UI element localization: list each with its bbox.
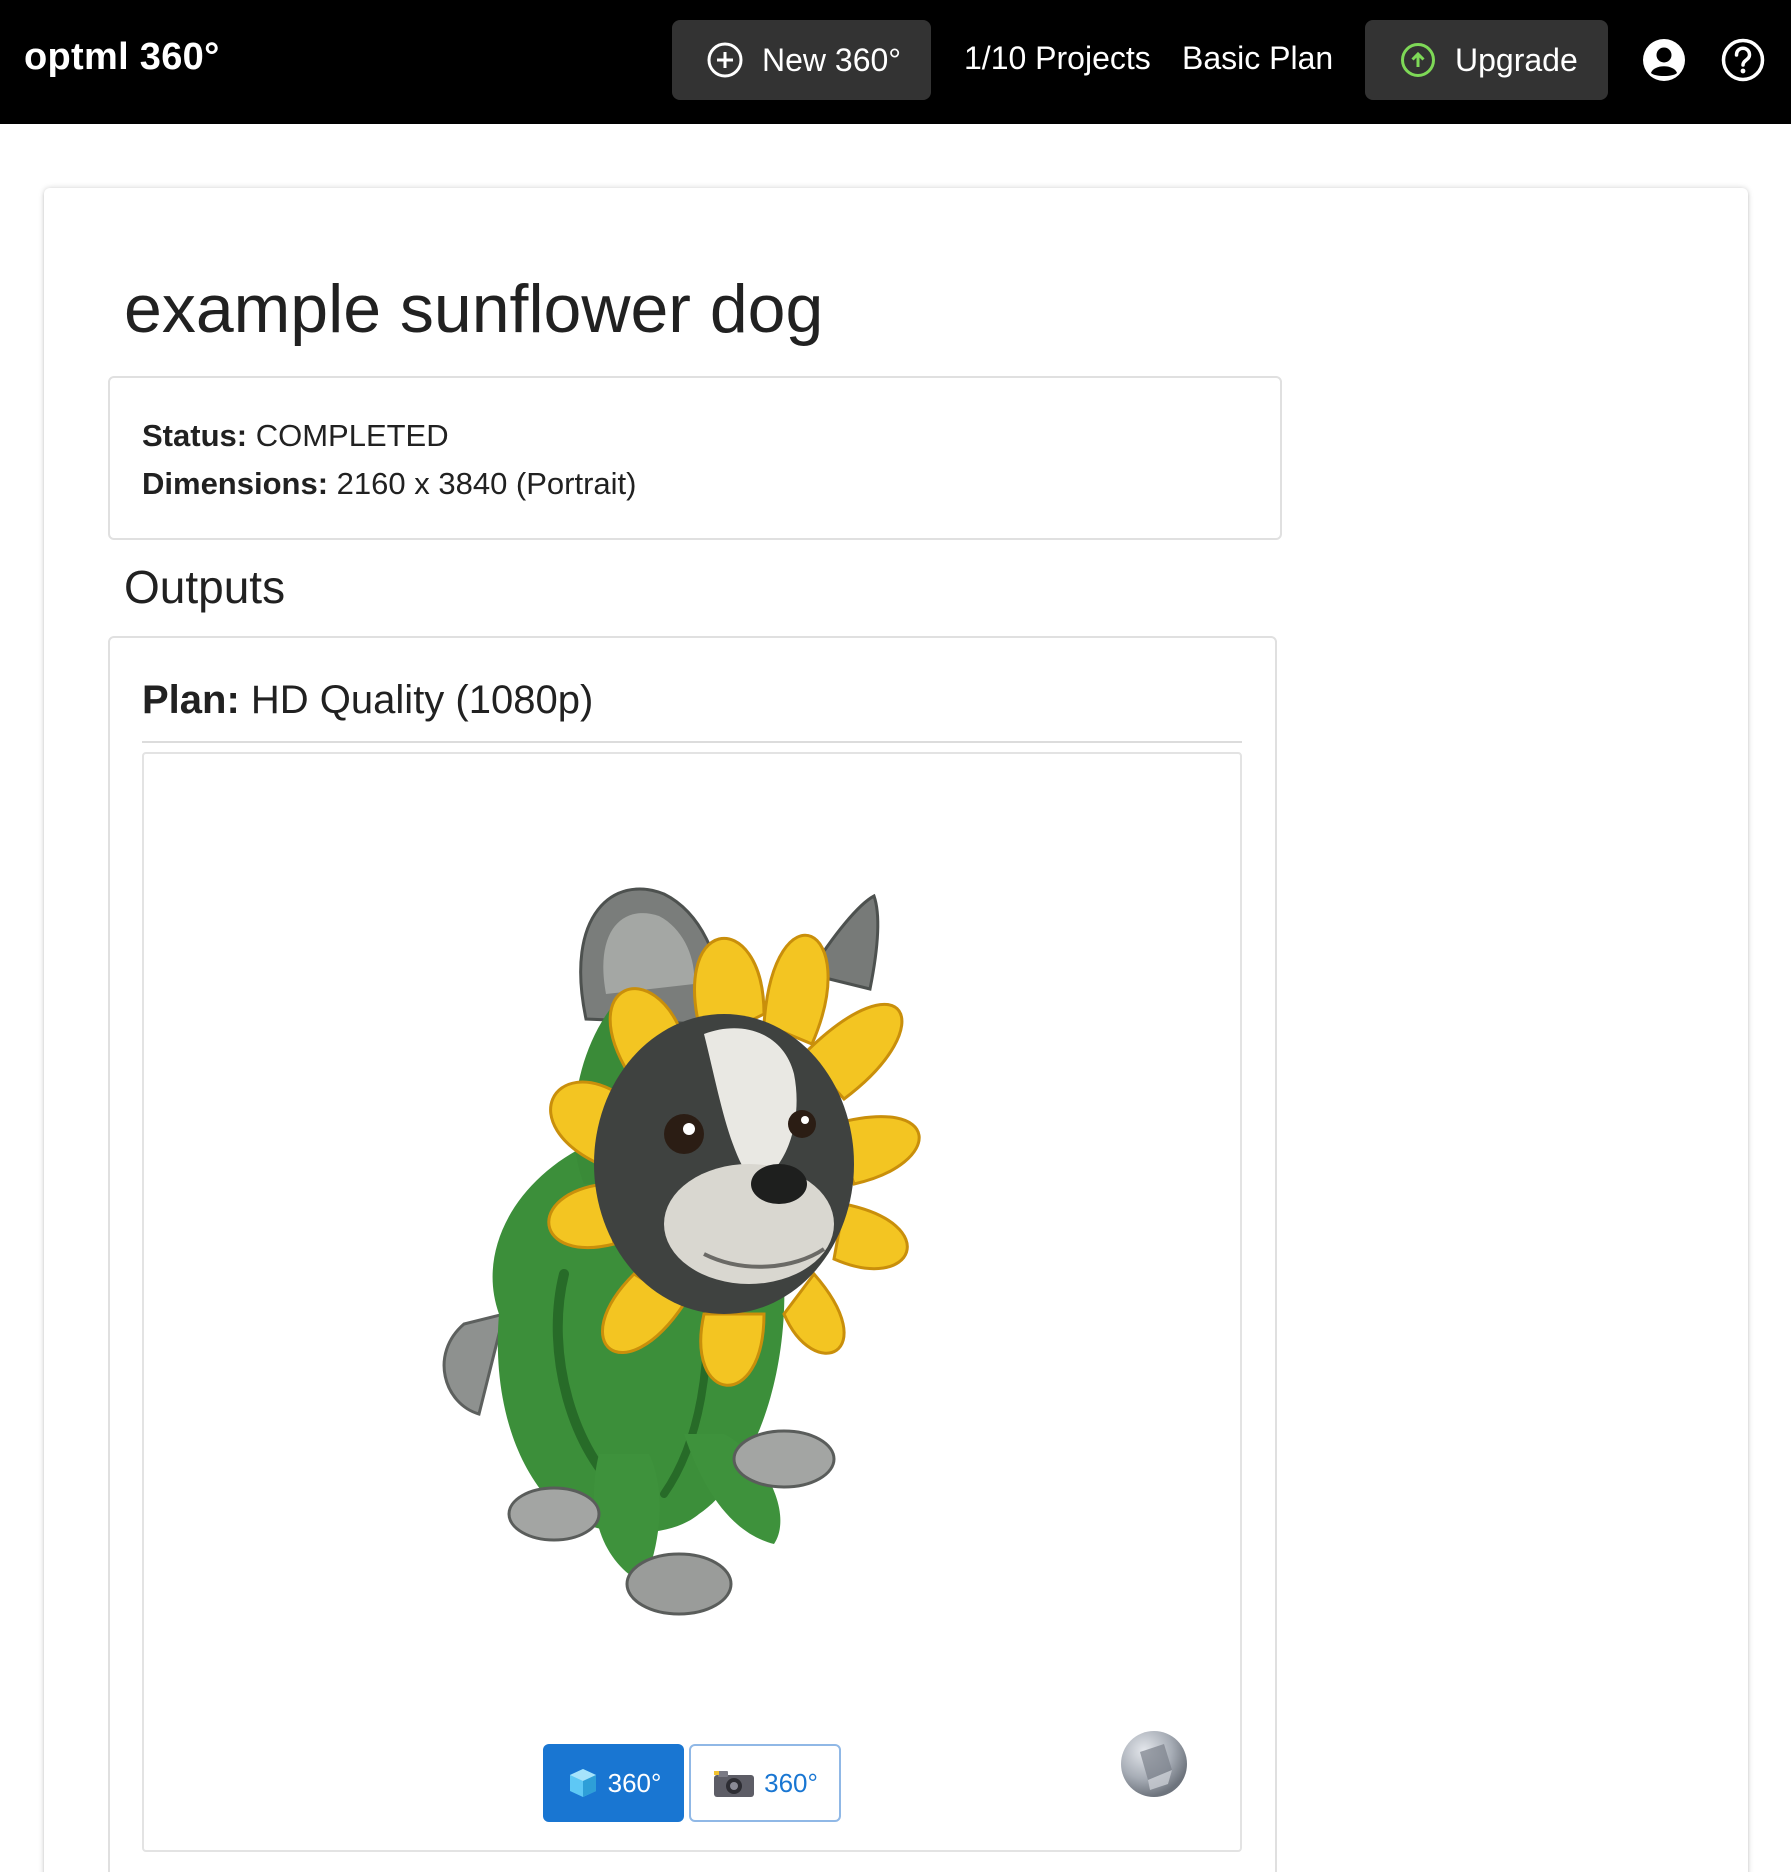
upgrade-button[interactable]: Upgrade bbox=[1365, 20, 1608, 100]
plus-circle-icon bbox=[706, 41, 744, 79]
new-360-label: New 360° bbox=[762, 41, 902, 78]
top-bar: optml 360° New 360° 1/10 Projects Basic … bbox=[0, 0, 1791, 124]
view-3d-360-button[interactable]: 360° bbox=[543, 1744, 684, 1822]
view-3d-label: 360° bbox=[607, 1767, 662, 1798]
plan-divider bbox=[142, 741, 1242, 743]
project-info-box: Status: COMPLETED Dimensions: 2160 x 384… bbox=[108, 376, 1282, 540]
upgrade-label: Upgrade bbox=[1455, 41, 1578, 78]
brand-logo[interactable]: optml 360° bbox=[24, 36, 220, 79]
outputs-heading: Outputs bbox=[124, 561, 286, 613]
projects-count[interactable]: 1/10 Projects bbox=[964, 40, 1151, 77]
cube-icon bbox=[566, 1766, 600, 1800]
sphere-icon[interactable] bbox=[1120, 1730, 1188, 1798]
view-photo-360-button[interactable]: 360° bbox=[689, 1744, 841, 1822]
arrow-up-circle-icon bbox=[1399, 41, 1437, 79]
output-plan-label: Plan: bbox=[142, 678, 240, 722]
help-icon[interactable] bbox=[1721, 38, 1765, 82]
account-icon[interactable] bbox=[1642, 38, 1686, 82]
project-title: example sunflower dog bbox=[124, 271, 824, 347]
dimensions-value: 2160 x 3840 (Portrait) bbox=[336, 466, 637, 501]
current-plan[interactable]: Basic Plan bbox=[1182, 40, 1333, 77]
status-label: Status: bbox=[142, 418, 248, 453]
output-plan-value: HD Quality (1080p) bbox=[250, 678, 594, 722]
360-viewer[interactable] bbox=[142, 752, 1242, 1852]
dimensions-row: Dimensions: 2160 x 3840 (Portrait) bbox=[142, 466, 636, 502]
output-plan: Plan: HD Quality (1080p) bbox=[142, 678, 593, 723]
sunflower-dog-model[interactable] bbox=[144, 754, 1242, 1852]
status-value: COMPLETED bbox=[255, 418, 449, 453]
new-360-button[interactable]: New 360° bbox=[672, 20, 931, 100]
view-photo-label: 360° bbox=[764, 1767, 818, 1798]
dimensions-label: Dimensions: bbox=[142, 466, 329, 501]
camera-icon bbox=[712, 1767, 756, 1799]
status-row: Status: COMPLETED bbox=[142, 418, 449, 454]
